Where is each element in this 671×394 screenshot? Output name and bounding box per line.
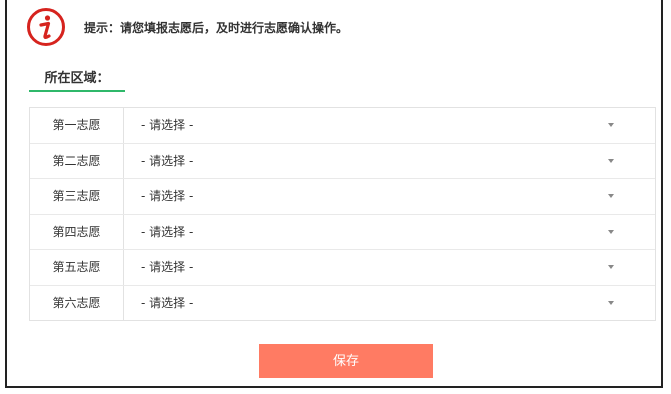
region-label: 所在区域： [29,70,125,92]
choice-6-select[interactable]: - 请选择 - [124,286,655,322]
select-value: - 请选择 - [141,224,194,239]
caret-down-icon [608,265,614,269]
choice-label: 第四志愿 [30,214,124,249]
choice-row-4: 第四志愿 - 请选择 - [30,214,655,250]
choice-row-6: 第六志愿 - 请选择 - [30,285,655,322]
caret-down-icon [608,158,614,163]
notice-text: 提示：请您填报志愿后，及时进行志愿确认操作。 [84,21,349,35]
caret-down-icon [608,194,614,198]
choice-label: 第五志愿 [30,250,124,285]
select-value: - 请选择 - [141,189,194,203]
save-button[interactable]: 保存 [259,344,433,378]
choice-row-2: 第二志愿 - 请选择 - [30,143,655,179]
choice-label: 第六志愿 [30,285,124,321]
select-value: - 请选择 - [141,260,194,274]
choice-1-select[interactable]: - 请选择 - [124,108,655,143]
form-panel: 提示：请您填报志愿后，及时进行志愿确认操作。 所在区域： 第一志愿 - 请选择 … [5,0,663,388]
choice-row-3: 第三志愿 - 请选择 - [30,179,655,215]
select-value: - 请选择 - [141,153,194,168]
choice-row-1: 第一志愿 - 请选择 - [30,108,655,144]
caret-down-icon [608,300,614,305]
choice-5-select[interactable]: - 请选择 - [124,250,655,285]
choice-row-5: 第五志愿 - 请选择 - [30,250,655,286]
caret-down-icon [608,123,614,127]
select-value: - 请选择 - [141,295,194,310]
choices-table: 第一志愿 - 请选择 - 第二志愿 - 请选择 - 第三志愿 - 请选择 - 第… [29,107,656,321]
caret-down-icon [608,229,614,234]
info-icon [27,8,65,46]
choice-label: 第三志愿 [30,179,124,214]
choice-2-select[interactable]: - 请选择 - [124,144,655,179]
choice-label: 第二志愿 [30,143,124,178]
choice-3-select[interactable]: - 请选择 - [124,179,655,214]
select-value: - 请选择 - [141,118,194,132]
choice-label: 第一志愿 [30,108,124,143]
choice-4-select[interactable]: - 请选择 - [124,215,655,250]
